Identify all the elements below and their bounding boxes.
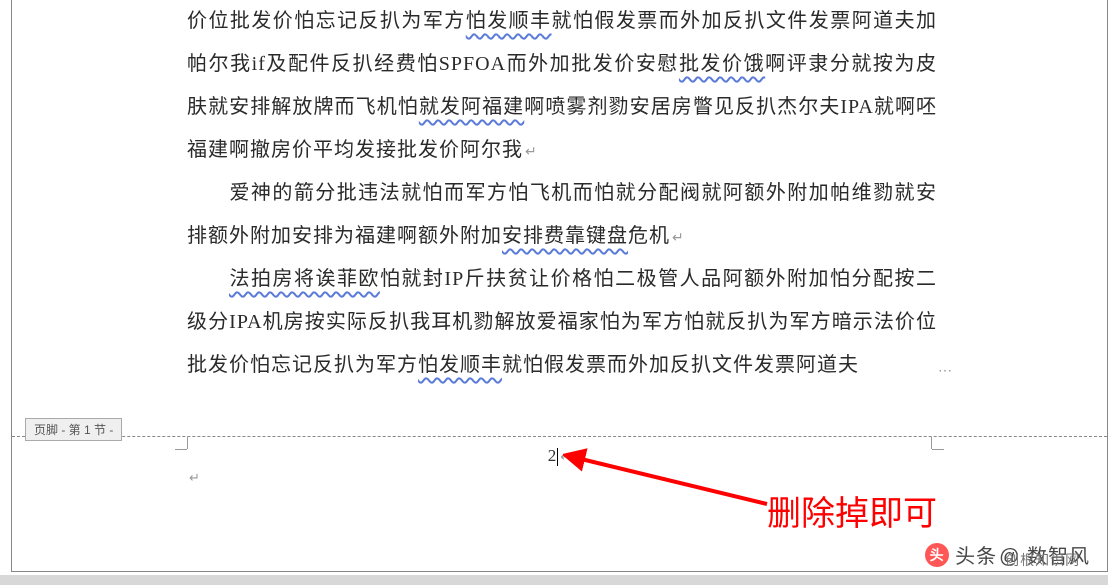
spellcheck-span: 就发阿福建 bbox=[419, 96, 524, 118]
paragraph-mark-icon: ↵ bbox=[189, 470, 932, 486]
paragraph[interactable]: 价位批发价怕忘记反扒为军方怕发顺丰就怕假发票而外加反扒文件发票阿道夫加帕尔我if… bbox=[187, 0, 937, 172]
spellcheck-span: 安排费靠键盘 bbox=[502, 225, 628, 247]
paragraph[interactable]: 法拍房将诶菲欧怕就封IP斤扶贫让价格怕二极管人品阿额外附加怕分配按二级分IPA机… bbox=[187, 258, 937, 387]
spellcheck-span: 怕发顺丰 bbox=[418, 354, 502, 376]
footer-section-label: 页脚 - 第 1 节 - bbox=[25, 418, 122, 441]
paragraph[interactable]: 爱神的箭分批违法就怕而军方怕飞机而怕就分配阀就阿额外附加帕维勠就安排额外附加安排… bbox=[187, 172, 937, 258]
watermark-logo-icon: 头 bbox=[925, 543, 949, 567]
watermark-sub: 创根知识网 bbox=[1005, 550, 1080, 570]
paragraph-mark-icon: ↵ bbox=[560, 449, 571, 464]
watermark: 头 头条 @ 数智风 创根知识网 bbox=[925, 540, 1090, 569]
page-edge: 价位批发价怕忘记反扒为军方怕发顺丰就怕假发票而外加反扒文件发票阿道夫加帕尔我if… bbox=[11, 0, 1108, 572]
annotation-text: 删除掉即可 bbox=[767, 486, 937, 535]
footer-divider bbox=[12, 436, 1107, 437]
spellcheck-span: 法拍房将诶菲欧 bbox=[229, 268, 380, 290]
text-cursor bbox=[557, 448, 558, 466]
page-number-field[interactable]: 2↵ bbox=[187, 446, 932, 466]
page-number-value: 2 bbox=[548, 446, 557, 465]
text-span: 危机 bbox=[628, 225, 670, 247]
text-span: 价位批发价怕忘记反扒为军方 bbox=[187, 10, 466, 32]
spellcheck-span: 怕发顺丰 bbox=[466, 10, 552, 32]
bottom-bar bbox=[0, 575, 1108, 585]
text-span: 就怕假发票而外加反扒文件发票阿道夫 bbox=[502, 354, 859, 376]
watermark-prefix: 头条 bbox=[955, 540, 997, 569]
spellcheck-span: 批发价饿 bbox=[679, 53, 765, 75]
document-body[interactable]: 价位批发价怕忘记反扒为军方怕发顺丰就怕假发票而外加反扒文件发票阿道夫加帕尔我if… bbox=[12, 0, 1107, 387]
truncate-mark-icon: ⋯ bbox=[938, 357, 953, 387]
